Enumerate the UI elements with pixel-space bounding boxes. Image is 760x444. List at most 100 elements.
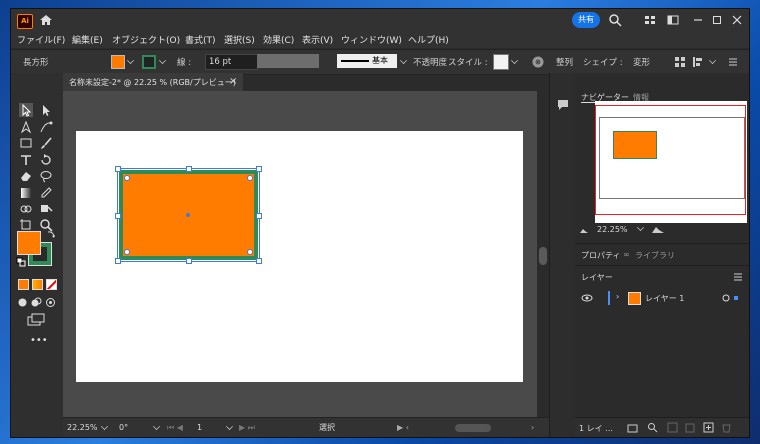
rectangle-tool-icon[interactable] [19,136,33,150]
panel-toggle-icon[interactable] [666,13,680,27]
corner-widget[interactable] [247,249,253,255]
hamburger-menu-icon[interactable] [726,55,740,69]
rotation-angle[interactable]: 0° [119,421,128,434]
libraries-icon[interactable]: ∞ [623,250,630,259]
menu-object[interactable]: オブジェクト(O) [112,33,180,46]
artboard-tool-icon[interactable] [19,218,33,232]
resize-handle[interactable] [115,166,121,172]
screen-mode-icon[interactable] [27,313,45,327]
brush-dropdown-icon[interactable] [400,57,407,64]
menu-select[interactable]: 選択(S) [224,33,255,46]
graphic-style-swatch[interactable] [493,54,509,70]
edit-toolbar-icon[interactable]: ••• [30,335,48,346]
menu-window[interactable]: ウィンドウ(W) [341,33,402,46]
zoom-in-mountain-icon[interactable] [651,223,665,235]
recolor-icon[interactable] [531,55,545,69]
eye-icon[interactable] [581,292,593,304]
scroll-right-icon[interactable]: › [531,421,534,434]
last-artboard-icon[interactable]: ▶ ⏭ [239,421,255,434]
make-clipping-mask-icon[interactable] [667,422,678,433]
live-paint-tool-icon[interactable] [39,202,53,216]
fill-dropdown-icon[interactable] [127,57,134,64]
brush-definition[interactable]: 基本 [337,54,397,68]
zoom-level[interactable]: 22.25% [67,421,98,434]
none-mode-icon[interactable] [46,279,57,290]
resize-handle[interactable] [115,213,121,219]
artboard-dropdown-icon[interactable] [226,423,233,430]
curvature-tool-icon[interactable] [39,120,53,134]
stroke-color-swatch[interactable] [142,55,156,69]
navigator-view-box[interactable] [595,105,746,215]
direct-selection-tool-icon[interactable] [39,103,53,117]
default-colors-icon[interactable] [16,257,26,267]
tab-properties[interactable]: プロパティ [581,250,621,261]
draw-normal-icon[interactable] [17,297,28,308]
stroke-dropdown-icon[interactable] [159,57,166,64]
lasso-tool-icon[interactable] [39,169,53,183]
first-artboard-icon[interactable]: ⏮ ◀ [167,421,183,434]
artboard-number[interactable]: 1 [197,421,202,434]
target-icon[interactable] [721,293,731,303]
share-button[interactable]: 共有 [572,12,600,28]
type-tool-icon[interactable] [19,153,33,167]
close-icon[interactable] [730,13,744,27]
draw-behind-icon[interactable] [31,297,42,308]
zoom-out-mountain-icon[interactable] [579,225,589,235]
style-dropdown-icon[interactable] [511,57,518,64]
variable-width-profile[interactable] [257,54,319,68]
menu-view[interactable]: 表示(V) [302,33,333,46]
resize-handle[interactable] [186,166,192,172]
align-label[interactable]: 整列 [556,56,573,68]
menu-type[interactable]: 書式(T) [185,33,216,46]
new-sublayer-icon[interactable] [685,422,696,433]
paintbrush-tool-icon[interactable] [39,136,53,150]
resize-handle[interactable] [115,258,121,264]
close-document-icon[interactable]: × [229,76,237,87]
shape-builder-tool-icon[interactable] [19,202,33,216]
corner-widget[interactable] [247,175,253,181]
resize-handle[interactable] [256,213,262,219]
corner-widget[interactable] [124,249,130,255]
eyedropper-tool-icon[interactable] [39,186,53,200]
fill-color-swatch[interactable] [111,55,125,69]
arrange-icon[interactable] [691,55,705,69]
corner-widget[interactable] [124,175,130,181]
isolate-icon[interactable] [673,55,687,69]
delete-layer-icon[interactable] [721,422,732,433]
resize-handle[interactable] [256,166,262,172]
navigator-zoom-dropdown-icon[interactable] [637,224,644,231]
tab-libraries[interactable]: ライブラリ [635,250,675,261]
menu-effect[interactable]: 効果(C) [263,33,294,46]
collect-export-icon[interactable] [627,422,638,433]
gradient-tool-icon[interactable] [19,186,33,200]
arrange-dropdown-icon[interactable] [709,57,716,64]
zoom-dropdown-icon[interactable] [101,423,108,430]
menu-edit[interactable]: 編集(E) [72,33,103,46]
vertical-scroll-thumb[interactable] [539,247,547,265]
minimize-icon[interactable] [691,13,705,27]
layer-row[interactable]: › レイヤー 1 [575,289,749,307]
transform-label[interactable]: 変形 [633,56,650,68]
selection-indicator[interactable] [734,296,738,300]
artboard[interactable] [76,131,523,382]
expand-layer-icon[interactable]: › [616,292,619,301]
stroke-weight-field[interactable]: 16 pt [205,54,258,70]
status-menu-icon[interactable]: ▶ ‹ [397,421,409,434]
menu-file[interactable]: ファイル(F) [17,33,65,46]
swap-fill-stroke-icon[interactable] [46,229,56,239]
home-icon[interactable] [39,13,53,27]
gradient-mode-icon[interactable] [32,279,43,290]
fill-color-big[interactable] [17,231,41,255]
document-tab[interactable]: 名称未設定-2* @ 22.25 % (RGB/プレビュー) × [63,73,243,92]
rotation-dropdown-icon[interactable] [153,423,160,430]
menu-help[interactable]: ヘルプ(H) [408,33,449,46]
maximize-icon[interactable] [710,13,724,27]
eraser-tool-icon[interactable] [19,169,33,183]
opacity-label[interactable]: 不透明度 [413,56,447,68]
navigator-zoom[interactable]: 22.25% [597,225,628,234]
rotate-tool-icon[interactable] [39,153,53,167]
new-layer-icon[interactable] [703,422,714,433]
draw-inside-icon[interactable] [45,297,56,308]
workspace-switcher-icon[interactable] [643,13,657,27]
color-mode-icon[interactable] [18,279,29,290]
